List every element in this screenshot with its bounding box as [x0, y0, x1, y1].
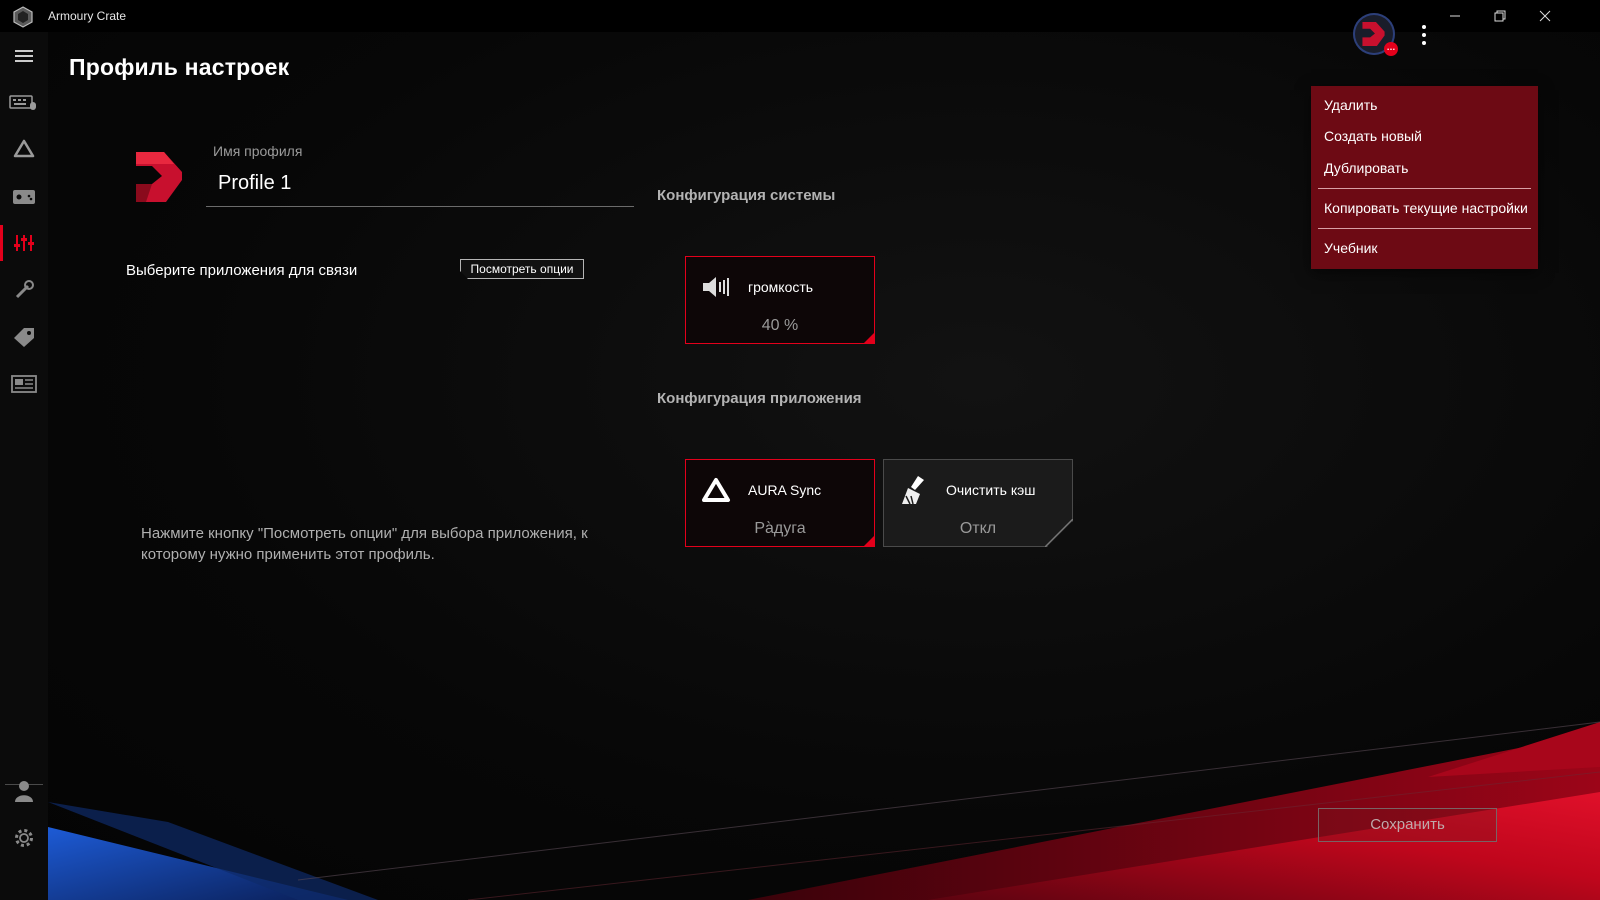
sidebar-item-game-library[interactable] [0, 174, 48, 218]
sidebar-item-user[interactable] [0, 769, 48, 813]
profile-name-underline [206, 206, 634, 207]
sidebar-item-news[interactable] [0, 362, 48, 406]
menu-item-create-new[interactable]: Создать новый [1324, 128, 1422, 144]
clear-cache-tile[interactable]: Очистить кэш Откл [883, 459, 1073, 547]
menu-icon [15, 50, 33, 62]
kebab-dot-icon [1422, 33, 1426, 37]
clear-cache-value: Откл [959, 520, 997, 537]
tile-corner-mark [864, 333, 874, 343]
broom-clean-icon [898, 474, 930, 506]
profile-logo-icon [136, 152, 182, 202]
app-config-title: Конфигурация приложения [657, 390, 862, 407]
profile-name-input[interactable]: Profile 1 [218, 172, 291, 195]
hamburger-menu-button[interactable] [0, 34, 48, 78]
deals-tag-icon [14, 328, 34, 347]
system-config-title: Конфигурация системы [657, 187, 836, 204]
menu-separator [1318, 188, 1531, 189]
clear-cache-label: Очистить кэш [946, 482, 1036, 498]
sidebar [0, 32, 48, 900]
aura-sync-label: AURA Sync [748, 482, 822, 498]
sidebar-item-scenario-profiles[interactable] [0, 221, 48, 265]
menu-item-delete[interactable]: Удалить [1324, 97, 1377, 113]
aura-sync-tile[interactable]: AURA Sync Pа̀дуга [685, 459, 875, 547]
sidebar-item-deals[interactable] [0, 315, 48, 359]
speaker-volume-icon [700, 271, 732, 303]
volume-value: 40 % [761, 317, 799, 334]
aura-sync-icon [700, 474, 732, 506]
sidebar-item-device[interactable] [0, 80, 48, 124]
context-menu: Удалить Создать новый Дублировать Копиро… [1311, 86, 1538, 269]
tile-corner-mark [864, 536, 874, 546]
profile-avatar-logo-icon [1362, 21, 1385, 47]
menu-item-duplicate[interactable]: Дублировать [1324, 160, 1408, 176]
close-button[interactable] [1522, 0, 1568, 32]
scenario-profiles-icon [14, 235, 34, 251]
news-icon [11, 375, 37, 393]
menu-separator [1318, 228, 1531, 229]
profile-name-label: Имя профиля [213, 143, 303, 159]
menu-item-tutorial[interactable]: Учебник [1324, 240, 1378, 256]
app-title: Armoury Crate [48, 9, 127, 23]
keyboard-device-icon [9, 95, 36, 110]
save-button[interactable]: Сохранить [1318, 808, 1497, 842]
more-options-button[interactable] [1414, 22, 1434, 48]
aura-icon [13, 139, 35, 158]
kebab-dot-icon [1422, 41, 1426, 45]
volume-tile[interactable]: громкость 40 % [685, 256, 875, 344]
settings-gear-icon [15, 829, 33, 847]
minimize-button[interactable] [1432, 0, 1478, 32]
tools-icon [15, 280, 34, 299]
view-options-button[interactable]: Посмотреть опции [460, 259, 584, 279]
menu-item-copy-current-settings[interactable]: Копировать текущие настройки [1324, 200, 1528, 216]
sidebar-item-settings[interactable] [0, 816, 48, 860]
restore-button[interactable] [1477, 0, 1523, 32]
volume-label: громкость [748, 279, 814, 295]
gamepad-icon [13, 190, 35, 204]
user-icon [15, 781, 33, 802]
sidebar-item-aura[interactable] [0, 127, 48, 171]
hint-text: Нажмите кнопку "Посмотреть опции" для вы… [141, 525, 588, 563]
avatar-badge: … [1384, 42, 1398, 56]
aura-sync-value: Pа̀дуга [754, 520, 806, 537]
kebab-dot-icon [1422, 25, 1426, 29]
sidebar-item-tools[interactable] [0, 268, 48, 312]
link-apps-label: Выберите приложения для связи [126, 262, 358, 279]
armoury-crate-logo-icon [12, 6, 34, 28]
page-title: Профиль настроек [69, 54, 290, 80]
